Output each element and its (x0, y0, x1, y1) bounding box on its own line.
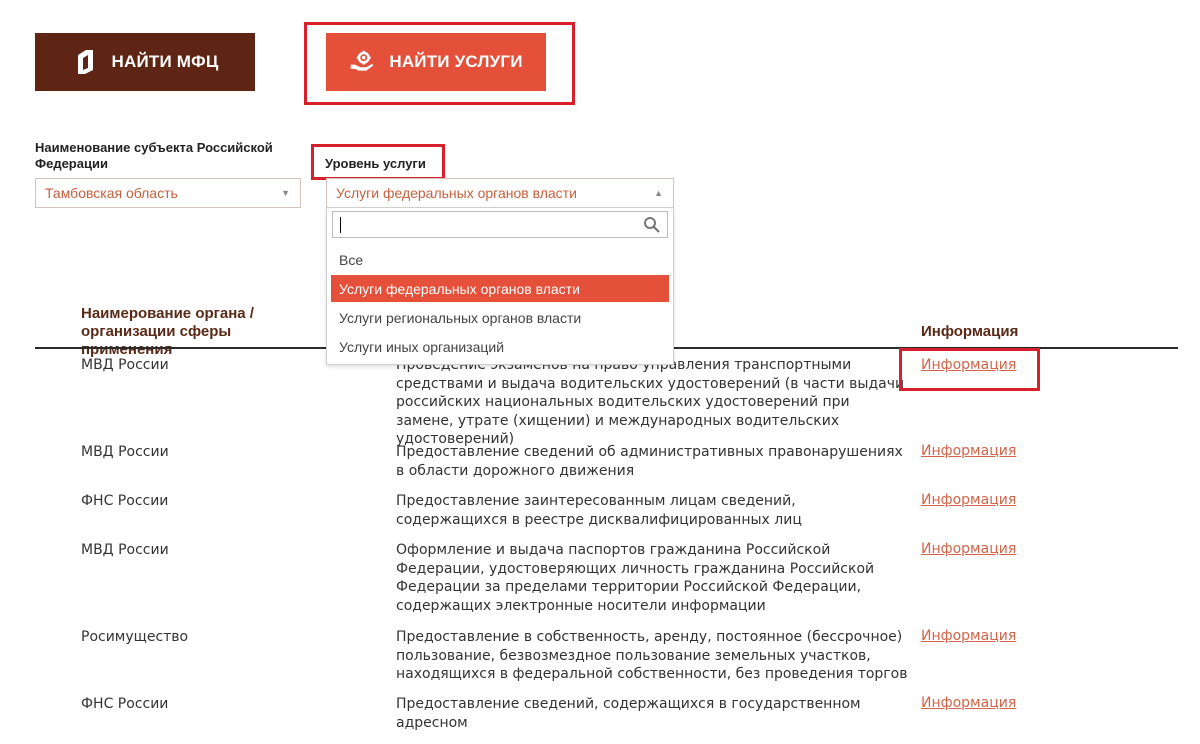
region-select-value: Тамбовская область (45, 185, 178, 201)
row-1-info-link[interactable]: Информация (921, 357, 1016, 373)
row-4-service: Оформление и выдача паспортов гражданина… (396, 542, 875, 614)
row-4-org: МВД России (81, 542, 169, 558)
chevron-up-icon: ▲ (654, 188, 663, 198)
row-4-info-link[interactable]: Информация (921, 541, 1016, 557)
chevron-down-icon: ▼ (281, 188, 290, 198)
row-5-service: Предоставление в собственность, аренду, … (396, 629, 908, 682)
level-select[interactable]: Услуги федеральных органов власти ▲ (326, 178, 674, 208)
find-services-label: НАЙТИ УСЛУГИ (389, 52, 523, 71)
dropdown-option-other[interactable]: Услуги иных организаций (331, 333, 669, 360)
row-2-service: Предоставление сведений об административ… (396, 444, 903, 479)
mfc-logo-icon (72, 49, 98, 75)
row-3-service: Предоставление заинтересованным лицам св… (396, 493, 802, 528)
row-5-org: Росимущество (81, 629, 189, 645)
row-6-service: Предоставление сведений, содержащихся в … (396, 696, 861, 731)
find-mfc-label: НАЙТИ МФЦ (111, 52, 219, 71)
row-1-service: Проведение экзаменов на право управления… (396, 357, 905, 447)
level-dropdown-menu: Все Услуги федеральных органов власти Ус… (326, 207, 674, 365)
level-select-value: Услуги федеральных органов власти (336, 185, 577, 201)
column-header-org: Наимерование органа / организации сферы … (81, 305, 254, 358)
dropdown-option-federal[interactable]: Услуги федеральных органов власти (331, 275, 669, 302)
row-5-info-link[interactable]: Информация (921, 628, 1016, 644)
dropdown-option-all[interactable]: Все (331, 246, 669, 273)
find-mfc-button[interactable]: НАЙТИ МФЦ (35, 33, 255, 91)
column-header-info: Информация (921, 323, 1019, 340)
text-caret (340, 217, 341, 233)
row-3-info-link[interactable]: Информация (921, 492, 1016, 508)
row-6-info-link[interactable]: Информация (921, 695, 1016, 711)
row-2-org: МВД России (81, 444, 169, 460)
hand-gear-icon (349, 49, 375, 75)
search-icon (644, 217, 660, 233)
row-6-org: ФНС России (81, 696, 169, 712)
row-2-info-link[interactable]: Информация (921, 443, 1016, 459)
region-label: Наименование субъекта Российской Федерац… (35, 140, 273, 171)
row-3-org: ФНС России (81, 493, 169, 509)
row-1-org: МВД России (81, 357, 169, 373)
dropdown-search-input[interactable] (332, 211, 668, 238)
region-select[interactable]: Тамбовская область ▼ (35, 178, 301, 208)
dropdown-option-regional[interactable]: Услуги региональных органов власти (331, 304, 669, 331)
find-services-button[interactable]: НАЙТИ УСЛУГИ (326, 33, 546, 91)
level-label: Уровень услуги (325, 156, 426, 171)
